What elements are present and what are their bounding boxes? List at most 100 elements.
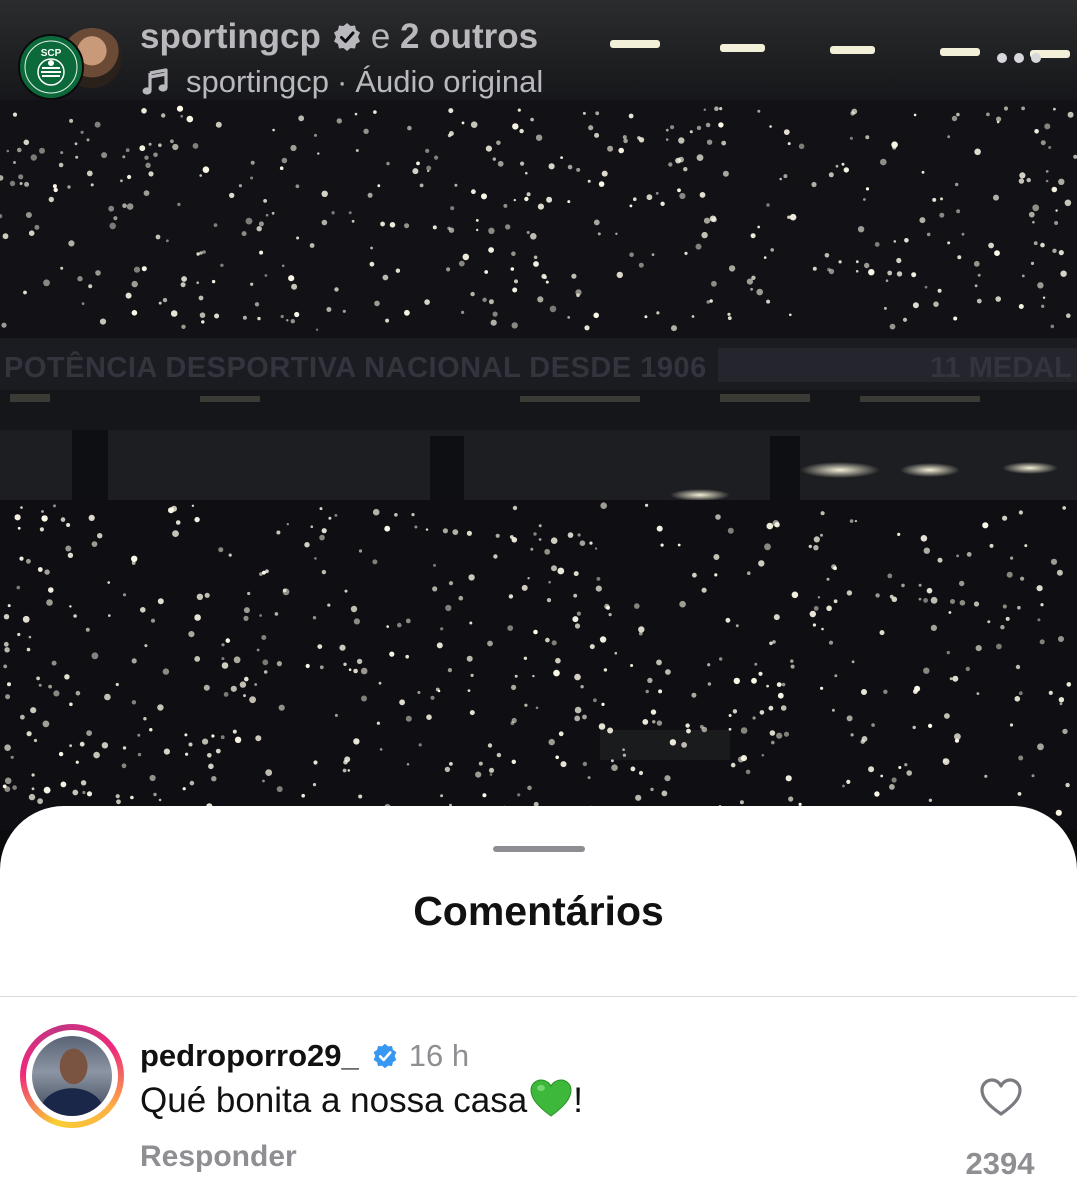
phone-light (525, 171, 528, 175)
phone-light (831, 564, 837, 570)
audio-row[interactable]: sportingcp · Áudio original (140, 60, 543, 104)
phone-light (188, 631, 195, 638)
phone-light (30, 154, 37, 161)
phone-light (348, 211, 352, 215)
phone-light (537, 203, 545, 210)
phone-light (314, 133, 317, 137)
phone-light (20, 714, 25, 720)
phone-light (875, 593, 880, 598)
phone-light (599, 636, 607, 643)
phone-light (31, 773, 35, 777)
phone-light (258, 221, 264, 227)
phone-light (691, 315, 695, 318)
phone-light (973, 601, 980, 607)
phone-light (373, 110, 377, 114)
green-heart-emoji-icon (530, 1079, 572, 1117)
phone-light (789, 213, 797, 221)
phone-light (950, 599, 955, 604)
phone-light (527, 577, 530, 580)
phone-light (279, 166, 284, 170)
phone-light (511, 759, 516, 764)
phone-light (987, 620, 991, 624)
sporting-logo-avatar[interactable]: SCP (18, 34, 84, 100)
phone-light (864, 262, 870, 269)
collaborators-label[interactable]: e 2 outros (371, 17, 538, 57)
phone-light (660, 201, 665, 206)
phone-light (470, 673, 474, 678)
phone-light (548, 163, 555, 170)
phone-light (1062, 728, 1068, 735)
phone-light (278, 704, 285, 711)
phone-light (4, 647, 10, 653)
phone-light (630, 664, 634, 667)
more-options-icon[interactable] (997, 38, 1041, 78)
sheet-grabber-handle[interactable] (493, 846, 585, 852)
phone-light (263, 199, 267, 203)
phone-light (691, 692, 697, 698)
phone-light (263, 670, 268, 674)
heart-like-icon[interactable] (978, 1076, 1024, 1118)
phone-light (449, 762, 453, 766)
phone-light (912, 302, 919, 309)
more-dot (1031, 53, 1041, 63)
author-username[interactable]: sportingcp (140, 17, 321, 57)
phone-light (527, 785, 532, 791)
phone-light (53, 504, 56, 508)
phone-light (188, 742, 193, 747)
phone-light (783, 731, 790, 737)
phone-light (69, 702, 73, 707)
phone-light (30, 707, 37, 714)
phone-light (495, 533, 500, 538)
phone-light (321, 219, 328, 226)
phone-light (203, 684, 210, 691)
phone-light (940, 197, 943, 201)
phone-light (868, 269, 875, 276)
phone-light (327, 603, 331, 607)
phone-light (719, 657, 723, 661)
phone-light (679, 192, 686, 200)
phone-light (574, 673, 581, 681)
phone-light (751, 677, 757, 684)
phone-light (86, 791, 93, 797)
phone-light (701, 231, 708, 239)
phone-light (245, 217, 253, 225)
author-avatars[interactable]: SCP (18, 14, 122, 104)
phone-light (598, 181, 605, 187)
phone-light (896, 257, 902, 264)
phone-light (342, 768, 347, 773)
phone-light (770, 248, 774, 252)
phone-light (202, 166, 210, 173)
phone-light (582, 761, 588, 767)
phone-light (622, 753, 627, 757)
commenter-avatar-story-ring[interactable] (20, 1024, 124, 1128)
phone-light (265, 769, 273, 776)
reply-button[interactable]: Responder (140, 1140, 297, 1174)
reel-author-row[interactable]: sportingcp e 2 outros (140, 14, 538, 60)
phone-light (949, 677, 953, 681)
phone-light (1002, 515, 1008, 521)
phone-light (447, 668, 452, 673)
phone-light (215, 121, 222, 128)
phone-light (467, 689, 471, 692)
phone-light (243, 607, 250, 614)
phone-light (149, 728, 153, 732)
phone-light (638, 262, 644, 268)
phone-light (533, 255, 538, 260)
phone-light (764, 543, 771, 551)
phone-light (891, 777, 897, 783)
phone-light (513, 198, 516, 202)
commenter-username[interactable]: pedroporro29_ (140, 1038, 359, 1074)
phone-light (947, 135, 951, 139)
phone-light (593, 698, 597, 703)
phone-light (9, 180, 16, 187)
phone-light (982, 522, 989, 529)
phone-light (865, 135, 870, 140)
phone-light (69, 605, 72, 608)
phone-light (855, 270, 859, 273)
phone-light (560, 761, 567, 768)
phone-light (670, 125, 675, 130)
phone-light (75, 690, 81, 696)
phone-light (849, 519, 854, 523)
phone-light (4, 744, 11, 751)
phone-light (233, 656, 241, 664)
